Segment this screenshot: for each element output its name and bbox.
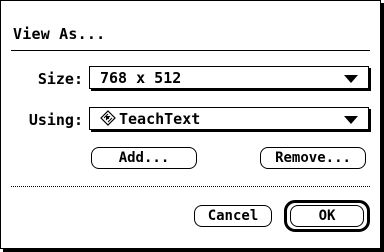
size-popup-value: 768 x 512 bbox=[100, 69, 182, 87]
cancel-button[interactable]: Cancel bbox=[194, 205, 272, 227]
chevron-down-icon bbox=[344, 116, 358, 124]
dialog-title: View As... bbox=[13, 25, 106, 43]
add-button[interactable]: Add... bbox=[91, 147, 197, 169]
using-popup[interactable]: TeachText bbox=[89, 107, 369, 130]
chevron-down-icon bbox=[344, 75, 358, 83]
using-popup-value: TeachText bbox=[119, 110, 201, 128]
teachtext-app-icon bbox=[100, 110, 116, 126]
title-divider bbox=[11, 50, 370, 51]
using-label: Using: bbox=[28, 111, 83, 129]
using-popup-value-wrap: TeachText bbox=[100, 110, 200, 128]
size-popup[interactable]: 768 x 512 bbox=[89, 66, 369, 89]
remove-button[interactable]: Remove... bbox=[260, 147, 366, 169]
button-separator bbox=[11, 186, 370, 187]
size-label: Size: bbox=[37, 70, 83, 88]
view-as-dialog: View As... Size: 768 x 512 Using: TeachT… bbox=[0, 0, 381, 249]
ok-button[interactable]: OK bbox=[290, 205, 364, 227]
